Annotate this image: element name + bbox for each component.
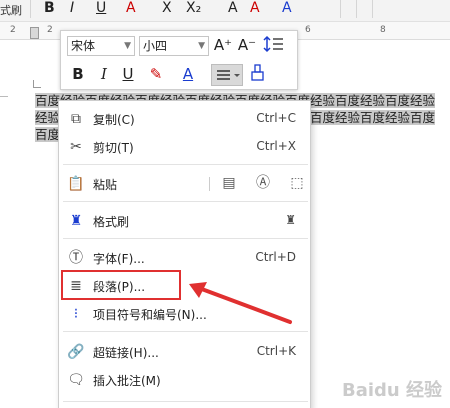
menu-divider bbox=[63, 331, 308, 332]
menu-item-label: 剪切(T) bbox=[93, 141, 134, 155]
menu-divider bbox=[63, 201, 308, 202]
mini-toolbar: 宋体 ▼ 小四 ▼ A⁺ A⁻ B I U ✎ A bbox=[60, 30, 298, 90]
font-color-button[interactable]: A bbox=[282, 0, 292, 16]
menu-item-hyperlink[interactable]: 🔗 超链接(H)... Ctrl+K bbox=[59, 339, 312, 365]
menu-item-shortcut: Ctrl+K bbox=[256, 344, 296, 358]
menu-divider bbox=[63, 238, 308, 239]
strikethrough-button[interactable]: A bbox=[126, 0, 136, 16]
underline-button[interactable]: U bbox=[96, 0, 106, 16]
highlight-color-button[interactable]: A bbox=[250, 0, 260, 16]
link-icon: 🔗 bbox=[67, 344, 85, 360]
toolbar-separator bbox=[30, 0, 31, 18]
menu-item-label: 格式刷 bbox=[93, 215, 130, 229]
menu-item-label: 复制(C) bbox=[93, 113, 135, 127]
menu-item-shortcut: Ctrl+D bbox=[255, 250, 296, 264]
text-boundary-mark bbox=[33, 80, 41, 88]
line-spacing-icon[interactable] bbox=[261, 35, 289, 57]
grow-font-button[interactable]: A⁺ bbox=[213, 35, 233, 57]
menu-item-label: 粘贴 bbox=[93, 178, 118, 192]
menu-item-font[interactable]: Ⓣ 字体(F)... Ctrl+D bbox=[59, 245, 312, 271]
highlight-icon[interactable]: ✎ bbox=[143, 64, 169, 86]
line-spacing-icon-graphic bbox=[263, 35, 283, 53]
comment-icon: 🗨 bbox=[67, 372, 85, 388]
paste-keep-format-icon[interactable]: ▤ bbox=[219, 173, 239, 193]
ruler-number: 2 bbox=[47, 25, 53, 35]
menu-divider bbox=[63, 401, 308, 402]
toolbar-separator bbox=[340, 0, 341, 18]
format-painter-label[interactable]: 式刷 bbox=[0, 2, 22, 18]
font-size-select[interactable]: 小四 ▼ bbox=[139, 36, 209, 56]
margin-mark bbox=[0, 96, 8, 97]
superscript-button[interactable]: X bbox=[162, 0, 172, 16]
font-t-icon: Ⓣ bbox=[69, 250, 83, 266]
menu-item-shortcut: Ctrl+X bbox=[256, 139, 296, 153]
ruler-number: 2 bbox=[10, 25, 16, 35]
menu-divider bbox=[63, 164, 308, 165]
italic-button[interactable]: I bbox=[70, 0, 74, 16]
paste-options-separator bbox=[209, 177, 210, 191]
menu-item-shortcut: Ctrl+C bbox=[256, 111, 296, 125]
annotation-highlight-box bbox=[61, 270, 181, 300]
format-painter-extra-icon[interactable]: ♜ bbox=[285, 213, 296, 227]
copy-icon: ⧉ bbox=[71, 111, 81, 127]
underline-button[interactable]: U bbox=[117, 64, 139, 86]
chevron-down-icon: ▼ bbox=[124, 41, 131, 51]
bold-button[interactable]: B bbox=[67, 64, 89, 86]
brush-icon: ♜ bbox=[69, 213, 83, 229]
font-name-select[interactable]: 宋体 ▼ bbox=[67, 36, 135, 56]
selected-text-line[interactable]: 百度 bbox=[35, 127, 61, 142]
subscript-button[interactable]: X₂ bbox=[186, 0, 201, 16]
toolbar-separator bbox=[372, 0, 373, 18]
top-toolbar: 式刷 B I U A X X₂ A A A bbox=[0, 0, 450, 22]
menu-item-paste[interactable]: 📋 粘贴 bbox=[59, 171, 312, 197]
toolbar-separator bbox=[356, 0, 357, 18]
chevron-down-icon: ▼ bbox=[198, 41, 205, 51]
bold-button[interactable]: B bbox=[44, 0, 55, 16]
scissors-icon: ✂ bbox=[70, 139, 82, 155]
format-painter-icon[interactable] bbox=[247, 64, 269, 86]
menu-item-insert-comment[interactable]: 🗨 插入批注(M) bbox=[59, 367, 312, 393]
menu-item-cut[interactable]: ✂ 剪切(T) Ctrl+X bbox=[59, 134, 312, 160]
menu-item-copy[interactable]: ⧉ 复制(C) Ctrl+C bbox=[59, 106, 312, 132]
paste-special-icon[interactable]: ⬚ bbox=[287, 173, 307, 193]
clipboard-icon: 📋 bbox=[67, 176, 85, 192]
indent-marker[interactable] bbox=[30, 27, 39, 39]
font-size-value: 小四 bbox=[143, 39, 168, 53]
ruler-number: 8 bbox=[380, 25, 386, 35]
ruler-number: 6 bbox=[305, 25, 311, 35]
menu-item-label: 超链接(H)... bbox=[93, 346, 159, 360]
shrink-font-button[interactable]: A⁻ bbox=[237, 35, 257, 57]
font-name-value: 宋体 bbox=[71, 39, 96, 53]
menu-item-label: 字体(F)... bbox=[93, 252, 145, 266]
align-button[interactable] bbox=[211, 64, 243, 86]
align-icon bbox=[217, 70, 240, 80]
bullet-list-icon: ⁝ bbox=[73, 306, 79, 322]
text-effect-button[interactable]: A bbox=[228, 0, 238, 16]
annotation-arrow-icon bbox=[189, 282, 292, 324]
menu-item-label: 插入批注(M) bbox=[93, 374, 161, 388]
menu-item-format-painter[interactable]: ♜ 格式刷 ♜ bbox=[59, 208, 312, 234]
paste-text-only-icon[interactable]: Ⓐ bbox=[253, 173, 273, 193]
watermark: Baidu 经验 bbox=[341, 380, 442, 401]
italic-button[interactable]: I bbox=[93, 64, 115, 86]
context-menu: ⧉ 复制(C) Ctrl+C ✂ 剪切(T) Ctrl+X 📋 粘贴 ▤ Ⓐ ⬚… bbox=[58, 100, 311, 408]
font-color-button[interactable]: A bbox=[175, 64, 201, 86]
brush-icon bbox=[251, 64, 264, 81]
